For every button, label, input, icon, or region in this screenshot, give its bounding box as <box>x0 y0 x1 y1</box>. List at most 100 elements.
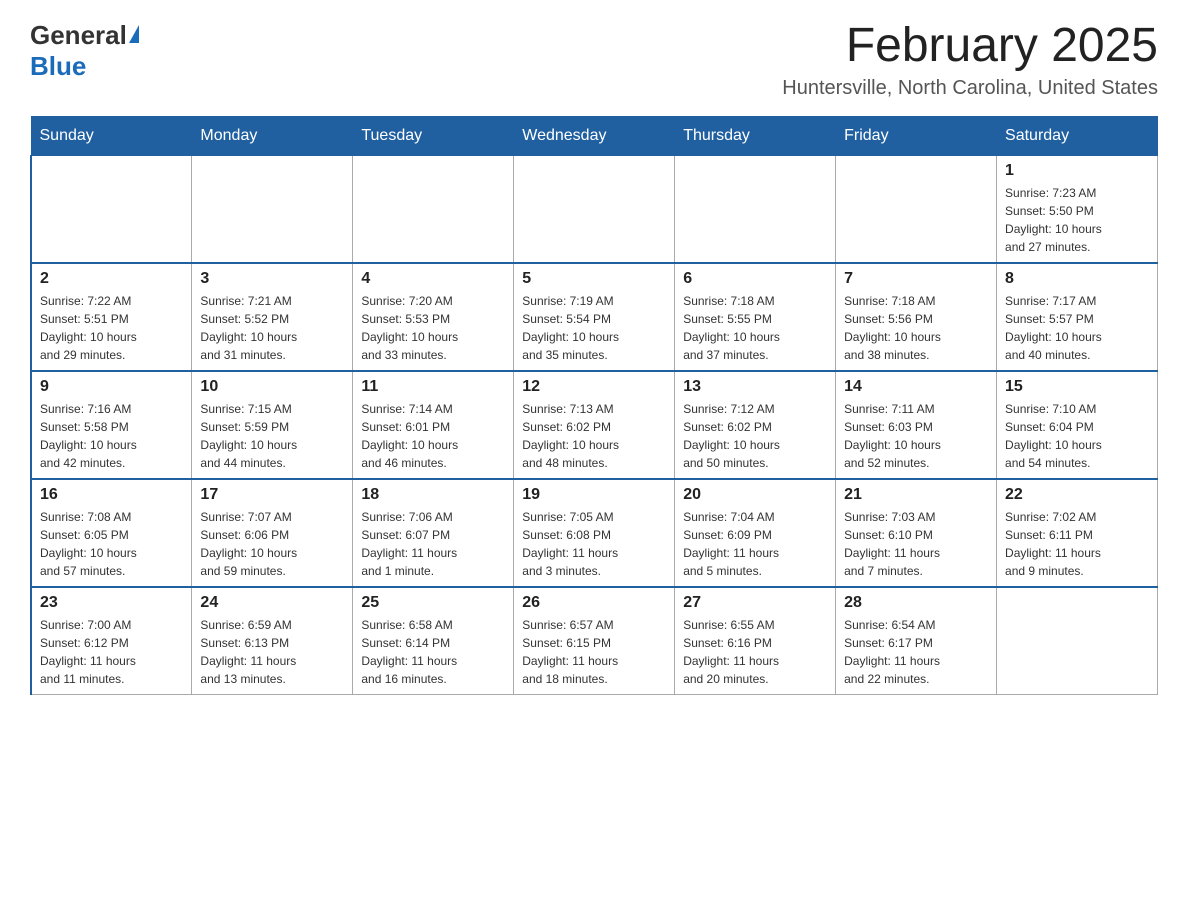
day-number: 5 <box>522 270 666 288</box>
calendar-cell: 9 Sunrise: 7:16 AM Sunset: 5:58 PM Daylig… <box>31 371 192 479</box>
day-number: 25 <box>361 594 505 612</box>
day-info: Sunrise: 6:58 AM Sunset: 6:14 PM Dayligh… <box>361 616 505 688</box>
day-info: Sunrise: 7:12 AM Sunset: 6:02 PM Dayligh… <box>683 400 827 472</box>
day-number: 13 <box>683 378 827 396</box>
day-info: Sunrise: 6:55 AM Sunset: 6:16 PM Dayligh… <box>683 616 827 688</box>
day-info: Sunrise: 7:15 AM Sunset: 5:59 PM Dayligh… <box>200 400 344 472</box>
day-info: Sunrise: 7:05 AM Sunset: 6:08 PM Dayligh… <box>522 508 666 580</box>
day-info: Sunrise: 7:18 AM Sunset: 5:56 PM Dayligh… <box>844 292 988 364</box>
calendar-cell: 17 Sunrise: 7:07 AM Sunset: 6:06 PM Dayli… <box>192 479 353 587</box>
day-number: 15 <box>1005 378 1149 396</box>
header-sunday: Sunday <box>31 116 192 155</box>
calendar-cell <box>997 587 1158 695</box>
calendar-cell: 6 Sunrise: 7:18 AM Sunset: 5:55 PM Daylig… <box>675 263 836 371</box>
calendar-cell: 13 Sunrise: 7:12 AM Sunset: 6:02 PM Dayli… <box>675 371 836 479</box>
calendar-cell: 1 Sunrise: 7:23 AM Sunset: 5:50 PM Daylig… <box>997 155 1158 263</box>
day-number: 26 <box>522 594 666 612</box>
logo-blue: Blue <box>30 51 86 82</box>
calendar-cell: 28 Sunrise: 6:54 AM Sunset: 6:17 PM Dayli… <box>836 587 997 695</box>
calendar-cell <box>514 155 675 263</box>
header-saturday: Saturday <box>997 116 1158 155</box>
day-number: 19 <box>522 486 666 504</box>
day-info: Sunrise: 7:21 AM Sunset: 5:52 PM Dayligh… <box>200 292 344 364</box>
header-friday: Friday <box>836 116 997 155</box>
calendar-cell: 12 Sunrise: 7:13 AM Sunset: 6:02 PM Dayli… <box>514 371 675 479</box>
day-info: Sunrise: 7:10 AM Sunset: 6:04 PM Dayligh… <box>1005 400 1149 472</box>
day-info: Sunrise: 7:06 AM Sunset: 6:07 PM Dayligh… <box>361 508 505 580</box>
calendar-cell: 5 Sunrise: 7:19 AM Sunset: 5:54 PM Daylig… <box>514 263 675 371</box>
day-number: 24 <box>200 594 344 612</box>
day-number: 22 <box>1005 486 1149 504</box>
calendar-cell: 10 Sunrise: 7:15 AM Sunset: 5:59 PM Dayli… <box>192 371 353 479</box>
day-info: Sunrise: 7:19 AM Sunset: 5:54 PM Dayligh… <box>522 292 666 364</box>
day-number: 12 <box>522 378 666 396</box>
calendar-week-row-0: 1 Sunrise: 7:23 AM Sunset: 5:50 PM Daylig… <box>31 155 1158 263</box>
day-info: Sunrise: 7:02 AM Sunset: 6:11 PM Dayligh… <box>1005 508 1149 580</box>
calendar-cell: 15 Sunrise: 7:10 AM Sunset: 6:04 PM Dayli… <box>997 371 1158 479</box>
calendar-cell: 2 Sunrise: 7:22 AM Sunset: 5:51 PM Daylig… <box>31 263 192 371</box>
calendar-cell: 26Sunrise: 6:57 AM Sunset: 6:15 PM Dayli… <box>514 587 675 695</box>
calendar-cell <box>192 155 353 263</box>
calendar-week-row-3: 16 Sunrise: 7:08 AM Sunset: 6:05 PM Dayli… <box>31 479 1158 587</box>
day-number: 10 <box>200 378 344 396</box>
day-number: 20 <box>683 486 827 504</box>
day-info: Sunrise: 7:13 AM Sunset: 6:02 PM Dayligh… <box>522 400 666 472</box>
day-number: 17 <box>200 486 344 504</box>
calendar-cell: 3 Sunrise: 7:21 AM Sunset: 5:52 PM Daylig… <box>192 263 353 371</box>
calendar-cell: 8Sunrise: 7:17 AM Sunset: 5:57 PM Daylig… <box>997 263 1158 371</box>
calendar-cell: 25 Sunrise: 6:58 AM Sunset: 6:14 PM Dayli… <box>353 587 514 695</box>
day-number: 1 <box>1005 162 1149 180</box>
day-number: 28 <box>844 594 988 612</box>
day-info: Sunrise: 7:00 AM Sunset: 6:12 PM Dayligh… <box>40 616 183 688</box>
calendar-cell: 19 Sunrise: 7:05 AM Sunset: 6:08 PM Dayli… <box>514 479 675 587</box>
day-info: Sunrise: 7:23 AM Sunset: 5:50 PM Dayligh… <box>1005 184 1149 256</box>
calendar-cell: 24 Sunrise: 6:59 AM Sunset: 6:13 PM Dayli… <box>192 587 353 695</box>
day-info: Sunrise: 7:11 AM Sunset: 6:03 PM Dayligh… <box>844 400 988 472</box>
calendar-cell: 22 Sunrise: 7:02 AM Sunset: 6:11 PM Dayli… <box>997 479 1158 587</box>
day-info: Sunrise: 7:22 AM Sunset: 5:51 PM Dayligh… <box>40 292 183 364</box>
day-info: Sunrise: 7:17 AM Sunset: 5:57 PM Dayligh… <box>1005 292 1149 364</box>
day-info: Sunrise: 7:07 AM Sunset: 6:06 PM Dayligh… <box>200 508 344 580</box>
day-number: 3 <box>200 270 344 288</box>
calendar-cell: 14 Sunrise: 7:11 AM Sunset: 6:03 PM Dayli… <box>836 371 997 479</box>
header-monday: Monday <box>192 116 353 155</box>
calendar-cell: 27 Sunrise: 6:55 AM Sunset: 6:16 PM Dayli… <box>675 587 836 695</box>
calendar-cell <box>353 155 514 263</box>
logo-triangle-icon <box>129 25 139 43</box>
day-number: 23 <box>40 594 183 612</box>
calendar-cell: 4 Sunrise: 7:20 AM Sunset: 5:53 PM Daylig… <box>353 263 514 371</box>
day-info: Sunrise: 7:03 AM Sunset: 6:10 PM Dayligh… <box>844 508 988 580</box>
calendar-cell: 18 Sunrise: 7:06 AM Sunset: 6:07 PM Dayli… <box>353 479 514 587</box>
day-info: Sunrise: 7:18 AM Sunset: 5:55 PM Dayligh… <box>683 292 827 364</box>
day-number: 9 <box>40 378 183 396</box>
day-number: 4 <box>361 270 505 288</box>
header-thursday: Thursday <box>675 116 836 155</box>
logo: General Blue <box>30 20 139 82</box>
day-number: 21 <box>844 486 988 504</box>
day-number: 18 <box>361 486 505 504</box>
day-info: Sunrise: 6:54 AM Sunset: 6:17 PM Dayligh… <box>844 616 988 688</box>
day-info: Sunrise: 6:59 AM Sunset: 6:13 PM Dayligh… <box>200 616 344 688</box>
calendar-cell: 7 Sunrise: 7:18 AM Sunset: 5:56 PM Daylig… <box>836 263 997 371</box>
calendar-cell: 20 Sunrise: 7:04 AM Sunset: 6:09 PM Dayli… <box>675 479 836 587</box>
day-number: 27 <box>683 594 827 612</box>
day-info: Sunrise: 7:16 AM Sunset: 5:58 PM Dayligh… <box>40 400 183 472</box>
day-info: Sunrise: 7:20 AM Sunset: 5:53 PM Dayligh… <box>361 292 505 364</box>
header-tuesday: Tuesday <box>353 116 514 155</box>
location-subtitle: Huntersville, North Carolina, United Sta… <box>782 77 1158 100</box>
page-header: General Blue February 2025 Huntersville,… <box>30 20 1158 100</box>
logo-general: General <box>30 20 139 51</box>
calendar-cell: 23 Sunrise: 7:00 AM Sunset: 6:12 PM Dayli… <box>31 587 192 695</box>
calendar-table: Sunday Monday Tuesday Wednesday Thursday… <box>30 116 1158 695</box>
calendar-cell: 11Sunrise: 7:14 AM Sunset: 6:01 PM Dayli… <box>353 371 514 479</box>
day-info: Sunrise: 7:08 AM Sunset: 6:05 PM Dayligh… <box>40 508 183 580</box>
day-number: 2 <box>40 270 183 288</box>
day-number: 7 <box>844 270 988 288</box>
day-number: 6 <box>683 270 827 288</box>
day-info: Sunrise: 7:04 AM Sunset: 6:09 PM Dayligh… <box>683 508 827 580</box>
calendar-cell <box>31 155 192 263</box>
day-number: 16 <box>40 486 183 504</box>
calendar-week-row-1: 2 Sunrise: 7:22 AM Sunset: 5:51 PM Daylig… <box>31 263 1158 371</box>
day-number: 14 <box>844 378 988 396</box>
calendar-week-row-4: 23 Sunrise: 7:00 AM Sunset: 6:12 PM Dayli… <box>31 587 1158 695</box>
